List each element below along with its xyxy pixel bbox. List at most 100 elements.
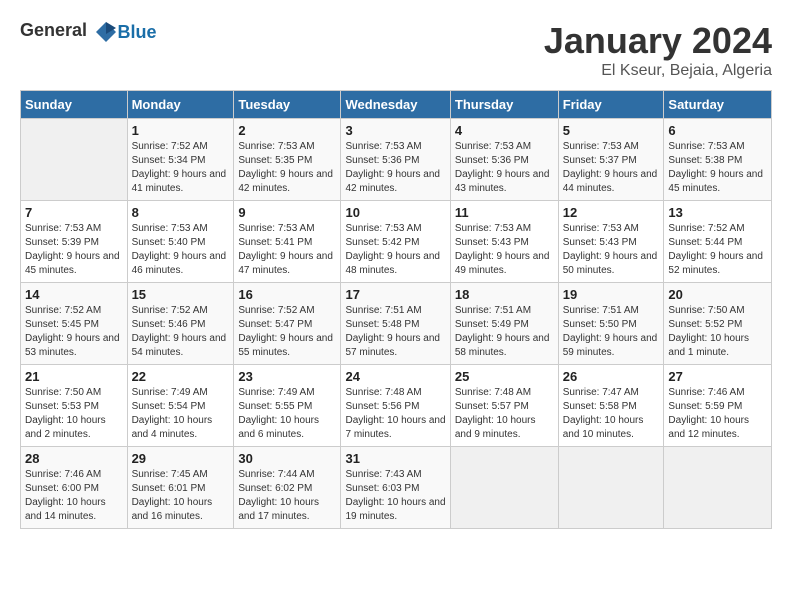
day-number: 9	[238, 205, 336, 220]
calendar-cell: 18Sunrise: 7:51 AM Sunset: 5:49 PM Dayli…	[450, 283, 558, 365]
day-info: Sunrise: 7:52 AM Sunset: 5:46 PM Dayligh…	[132, 304, 230, 360]
calendar-cell: 13Sunrise: 7:52 AM Sunset: 5:44 PM Dayli…	[664, 201, 772, 283]
logo-blue: Blue	[118, 22, 157, 42]
calendar-week-row: 21Sunrise: 7:50 AM Sunset: 5:53 PM Dayli…	[21, 365, 772, 447]
day-info: Sunrise: 7:53 AM Sunset: 5:43 PM Dayligh…	[563, 222, 660, 278]
day-info: Sunrise: 7:53 AM Sunset: 5:40 PM Dayligh…	[132, 222, 230, 278]
day-number: 5	[563, 123, 660, 138]
day-info: Sunrise: 7:53 AM Sunset: 5:41 PM Dayligh…	[238, 222, 336, 278]
day-number: 29	[132, 451, 230, 466]
calendar-cell: 17 Sunrise: 7:51 AM Sunset: 5:48 PM Dayli…	[341, 283, 450, 365]
calendar-cell: 20 Sunrise: 7:50 AM Sunset: 5:52 PM Dayli…	[664, 283, 772, 365]
weekday-header: Sunday	[21, 91, 128, 119]
calendar-cell: 28 Sunrise: 7:46 AM Sunset: 6:00 PM Dayli…	[21, 447, 128, 529]
day-number: 2	[238, 123, 336, 138]
calendar-cell: 4 Sunrise: 7:53 AM Sunset: 5:36 PM Daylig…	[450, 119, 558, 201]
calendar-cell: 22 Sunrise: 7:49 AM Sunset: 5:54 PM Dayli…	[127, 365, 234, 447]
day-info: Sunrise: 7:49 AM Sunset: 5:54 PM Dayligh…	[132, 386, 230, 442]
calendar-cell: 11Sunrise: 7:53 AM Sunset: 5:43 PM Dayli…	[450, 201, 558, 283]
calendar-cell: 23 Sunrise: 7:49 AM Sunset: 5:55 PM Dayli…	[234, 365, 341, 447]
day-info: Sunrise: 7:51 AM Sunset: 5:48 PM Dayligh…	[345, 304, 445, 360]
day-info: Sunrise: 7:49 AM Sunset: 5:55 PM Dayligh…	[238, 386, 336, 442]
day-info: Sunrise: 7:53 AM Sunset: 5:36 PM Dayligh…	[455, 140, 554, 196]
calendar-cell: 6 Sunrise: 7:53 AM Sunset: 5:38 PM Daylig…	[664, 119, 772, 201]
day-number: 24	[345, 369, 445, 384]
day-info: Sunrise: 7:52 AM Sunset: 5:34 PM Dayligh…	[132, 140, 230, 196]
calendar-week-row: 1 Sunrise: 7:52 AM Sunset: 5:34 PM Daylig…	[21, 119, 772, 201]
calendar-title: January 2024	[544, 20, 772, 62]
calendar-cell: 15 Sunrise: 7:52 AM Sunset: 5:46 PM Dayli…	[127, 283, 234, 365]
day-number: 21	[25, 369, 123, 384]
day-number: 8	[132, 205, 230, 220]
title-section: January 2024 El Kseur, Bejaia, Algeria	[544, 20, 772, 80]
day-info: Sunrise: 7:53 AM Sunset: 5:37 PM Dayligh…	[563, 140, 660, 196]
calendar-cell: 8 Sunrise: 7:53 AM Sunset: 5:40 PM Daylig…	[127, 201, 234, 283]
calendar-cell: 3Sunrise: 7:53 AM Sunset: 5:36 PM Daylig…	[341, 119, 450, 201]
day-info: Sunrise: 7:50 AM Sunset: 5:52 PM Dayligh…	[668, 304, 767, 360]
calendar-cell: 19Sunrise: 7:51 AM Sunset: 5:50 PM Dayli…	[558, 283, 664, 365]
day-info: Sunrise: 7:52 AM Sunset: 5:45 PM Dayligh…	[25, 304, 123, 360]
calendar-cell: 7Sunrise: 7:53 AM Sunset: 5:39 PM Daylig…	[21, 201, 128, 283]
weekday-header-row: SundayMondayTuesdayWednesdayThursdayFrid…	[21, 91, 772, 119]
day-number: 16	[238, 287, 336, 302]
calendar-cell	[21, 119, 128, 201]
day-number: 27	[668, 369, 767, 384]
day-info: Sunrise: 7:52 AM Sunset: 5:47 PM Dayligh…	[238, 304, 336, 360]
day-number: 6	[668, 123, 767, 138]
calendar-cell	[558, 447, 664, 529]
logo: General Blue	[20, 20, 157, 44]
day-number: 28	[25, 451, 123, 466]
calendar-cell: 2 Sunrise: 7:53 AM Sunset: 5:35 PM Daylig…	[234, 119, 341, 201]
weekday-header: Friday	[558, 91, 664, 119]
day-number: 23	[238, 369, 336, 384]
calendar-cell: 10 Sunrise: 7:53 AM Sunset: 5:42 PM Dayli…	[341, 201, 450, 283]
day-info: Sunrise: 7:44 AM Sunset: 6:02 PM Dayligh…	[238, 468, 336, 524]
calendar-week-row: 7Sunrise: 7:53 AM Sunset: 5:39 PM Daylig…	[21, 201, 772, 283]
calendar-cell: 5 Sunrise: 7:53 AM Sunset: 5:37 PM Daylig…	[558, 119, 664, 201]
calendar-cell: 25 Sunrise: 7:48 AM Sunset: 5:57 PM Dayli…	[450, 365, 558, 447]
calendar-cell	[450, 447, 558, 529]
day-number: 17	[345, 287, 445, 302]
day-info: Sunrise: 7:46 AM Sunset: 5:59 PM Dayligh…	[668, 386, 767, 442]
logo-icon	[94, 20, 118, 44]
calendar-week-row: 14 Sunrise: 7:52 AM Sunset: 5:45 PM Dayli…	[21, 283, 772, 365]
calendar-week-row: 28 Sunrise: 7:46 AM Sunset: 6:00 PM Dayli…	[21, 447, 772, 529]
calendar-cell: 1 Sunrise: 7:52 AM Sunset: 5:34 PM Daylig…	[127, 119, 234, 201]
calendar-cell: 31Sunrise: 7:43 AM Sunset: 6:03 PM Dayli…	[341, 447, 450, 529]
day-info: Sunrise: 7:53 AM Sunset: 5:35 PM Dayligh…	[238, 140, 336, 196]
calendar-cell: 9 Sunrise: 7:53 AM Sunset: 5:41 PM Daylig…	[234, 201, 341, 283]
day-number: 15	[132, 287, 230, 302]
day-number: 22	[132, 369, 230, 384]
day-number: 4	[455, 123, 554, 138]
calendar-cell: 16 Sunrise: 7:52 AM Sunset: 5:47 PM Dayli…	[234, 283, 341, 365]
calendar-cell: 30 Sunrise: 7:44 AM Sunset: 6:02 PM Dayli…	[234, 447, 341, 529]
day-info: Sunrise: 7:48 AM Sunset: 5:57 PM Dayligh…	[455, 386, 554, 442]
calendar-subtitle: El Kseur, Bejaia, Algeria	[544, 62, 772, 80]
calendar-cell: 21Sunrise: 7:50 AM Sunset: 5:53 PM Dayli…	[21, 365, 128, 447]
weekday-header: Tuesday	[234, 91, 341, 119]
weekday-header: Thursday	[450, 91, 558, 119]
day-number: 7	[25, 205, 123, 220]
day-number: 10	[345, 205, 445, 220]
day-info: Sunrise: 7:53 AM Sunset: 5:38 PM Dayligh…	[668, 140, 767, 196]
day-number: 30	[238, 451, 336, 466]
day-number: 19	[563, 287, 660, 302]
day-number: 31	[345, 451, 445, 466]
day-info: Sunrise: 7:52 AM Sunset: 5:44 PM Dayligh…	[668, 222, 767, 278]
logo-general: General	[20, 20, 87, 40]
calendar-table: SundayMondayTuesdayWednesdayThursdayFrid…	[20, 90, 772, 529]
day-number: 1	[132, 123, 230, 138]
calendar-cell: 26Sunrise: 7:47 AM Sunset: 5:58 PM Dayli…	[558, 365, 664, 447]
day-info: Sunrise: 7:48 AM Sunset: 5:56 PM Dayligh…	[345, 386, 445, 442]
day-info: Sunrise: 7:46 AM Sunset: 6:00 PM Dayligh…	[25, 468, 123, 524]
day-number: 11	[455, 205, 554, 220]
day-info: Sunrise: 7:53 AM Sunset: 5:42 PM Dayligh…	[345, 222, 445, 278]
day-number: 26	[563, 369, 660, 384]
day-number: 20	[668, 287, 767, 302]
day-number: 14	[25, 287, 123, 302]
calendar-cell: 24 Sunrise: 7:48 AM Sunset: 5:56 PM Dayli…	[341, 365, 450, 447]
day-number: 18	[455, 287, 554, 302]
day-number: 25	[455, 369, 554, 384]
calendar-cell	[664, 447, 772, 529]
day-info: Sunrise: 7:45 AM Sunset: 6:01 PM Dayligh…	[132, 468, 230, 524]
